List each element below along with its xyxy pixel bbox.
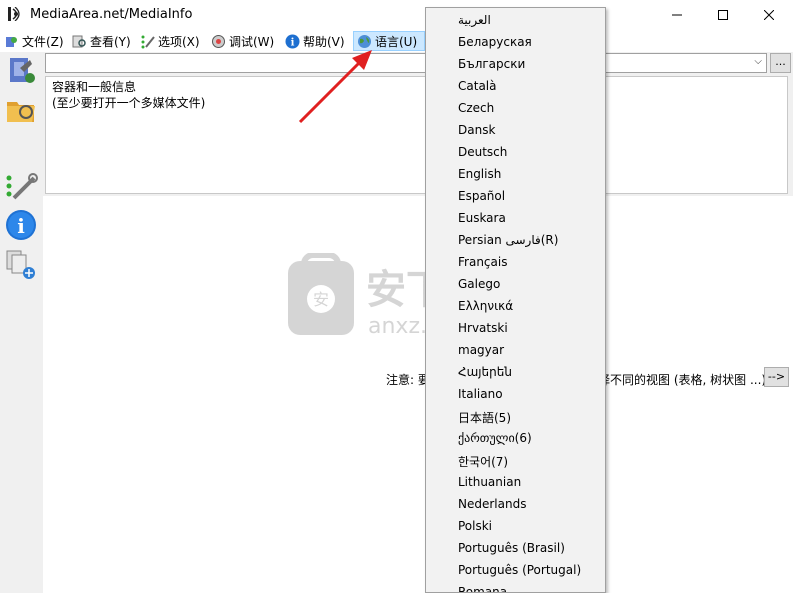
menu-bar: 文件(Z) 查看(Y) 选项(X) 调试(W) i 帮助(V) 语言(U) <box>0 30 793 52</box>
language-item[interactable]: Italiano <box>458 387 503 401</box>
language-item[interactable]: Romana <box>458 585 507 592</box>
language-item[interactable]: Ελληνικά <box>458 299 513 313</box>
language-item[interactable]: Беларуская <box>458 35 532 49</box>
language-item[interactable]: Galego <box>458 277 500 291</box>
title-bar: MediaArea.net/MediaInfo <box>0 0 793 30</box>
minimize-button[interactable] <box>654 0 700 30</box>
language-item[interactable]: 한국어(7) <box>458 453 508 470</box>
info-textbox[interactable]: 容器和一般信息 (至少要打开一个多媒体文件) <box>45 76 788 194</box>
note-text-prefix: 注意: 要 <box>386 373 430 387</box>
menu-options-label: 选项(X) <box>158 34 200 49</box>
language-item[interactable]: ქართული(6) <box>458 431 532 445</box>
svg-text:i: i <box>291 37 295 48</box>
svg-text:i: i <box>17 214 25 238</box>
open-file-icon[interactable] <box>4 54 38 88</box>
chevron-down-icon: ⌵ <box>754 56 762 67</box>
language-item[interactable]: Български <box>458 57 525 71</box>
language-item[interactable]: Czech <box>458 101 494 115</box>
language-item[interactable]: Euskara <box>458 211 506 225</box>
browse-button[interactable]: ... <box>770 53 791 73</box>
options-icon <box>141 35 155 48</box>
window-title: MediaArea.net/MediaInfo <box>30 7 193 22</box>
info-line-2: (至少要打开一个多媒体文件) <box>52 96 206 110</box>
menu-language-label: 语言(U) <box>375 34 418 49</box>
export-icon[interactable] <box>4 248 38 282</box>
about-icon[interactable]: i <box>4 208 38 242</box>
note-text-suffix: 择不同的视图 (表格, 树状图 ...) <box>598 373 767 387</box>
language-item[interactable]: Հայերեն <box>458 365 512 379</box>
language-item[interactable]: English <box>458 167 501 181</box>
language-item[interactable]: Lithuanian <box>458 475 521 489</box>
maximize-button[interactable] <box>700 0 746 30</box>
language-item[interactable]: Português (Portugal) <box>458 563 581 577</box>
minimize-icon <box>672 14 682 16</box>
language-item[interactable]: Dansk <box>458 123 495 137</box>
language-item[interactable]: Polski <box>458 519 492 533</box>
file-select-combo[interactable]: ⌵ <box>45 53 767 73</box>
menu-file[interactable]: 文件(Z) <box>4 31 64 51</box>
close-button[interactable] <box>746 0 792 30</box>
language-item[interactable]: Français <box>458 255 507 269</box>
language-item[interactable]: 日本語(5) <box>458 409 511 426</box>
language-item[interactable]: Persian فارسی(R) <box>458 233 558 247</box>
language-item[interactable]: Português (Brasil) <box>458 541 565 555</box>
next-view-button[interactable]: --> <box>764 367 789 387</box>
language-item[interactable]: Deutsch <box>458 145 507 159</box>
language-item[interactable]: magyar <box>458 343 504 357</box>
menu-options[interactable]: 选项(X) <box>140 31 200 51</box>
menu-view-label: 查看(Y) <box>90 34 131 49</box>
language-item[interactable]: Español <box>458 189 505 203</box>
open-folder-icon[interactable] <box>4 92 38 126</box>
annotation-arrow <box>298 50 372 124</box>
svg-text:安: 安 <box>313 290 329 309</box>
language-item[interactable]: Català <box>458 79 496 93</box>
menu-file-label: 文件(Z) <box>22 34 64 49</box>
language-item[interactable]: Nederlands <box>458 497 526 511</box>
app-icon <box>8 7 20 21</box>
preferences-icon[interactable] <box>4 170 38 204</box>
maximize-icon <box>718 10 728 20</box>
menu-view[interactable]: 查看(Y) <box>72 31 131 51</box>
language-item[interactable]: العربية <box>458 13 491 27</box>
left-toolbar: i <box>0 52 43 593</box>
debug-icon <box>212 34 225 48</box>
info-line-1: 容器和一般信息 <box>52 80 137 94</box>
close-icon <box>764 10 774 20</box>
view-icon <box>72 35 86 47</box>
language-item[interactable]: Hrvatski <box>458 321 508 335</box>
file-icon <box>6 36 17 47</box>
language-dropdown: العربية Беларуская Български Català Czech Dan… <box>425 7 606 593</box>
menu-debug-label: 调试(W) <box>229 34 275 49</box>
menu-debug[interactable]: 调试(W) <box>211 31 274 51</box>
